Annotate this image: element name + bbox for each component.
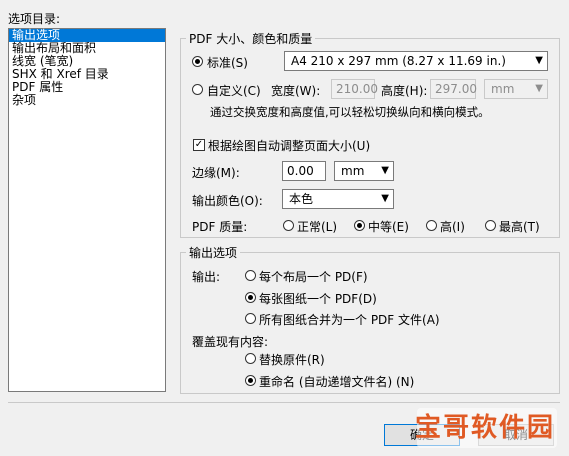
- output-color-value: 本色: [289, 192, 314, 206]
- standard-size-select[interactable]: A4 210 x 297 mm (8.27 x 11.69 in.) ▼: [284, 51, 548, 71]
- output-merge-label: 所有图纸合并为一个 PDF 文件(A): [259, 313, 440, 327]
- output-options-group-title: 输出选项: [186, 244, 241, 261]
- quality-normal-label: 正常(L): [297, 220, 338, 234]
- options-directory-label: 选项目录:: [8, 12, 61, 26]
- output-per-layout-label: 每个布局一个 PD(F): [259, 270, 368, 284]
- quality-high-radio[interactable]: [426, 220, 437, 231]
- checkmark-icon: ✓: [194, 139, 204, 150]
- height-field[interactable]: 297.00: [430, 79, 477, 99]
- options-list[interactable]: 输出选项 输出布局和面积 线宽 (笔宽) SHX 和 Xref 目录 PDF 属…: [8, 28, 166, 392]
- width-label: 宽度(W):: [271, 84, 321, 98]
- output-label: 输出:: [192, 270, 221, 284]
- auto-adjust-label: 根据绘图自动调整页面大小(U): [208, 139, 371, 153]
- chevron-down-icon: ▼: [381, 193, 389, 204]
- output-color-select[interactable]: 本色 ▼: [282, 189, 394, 209]
- overwrite-label: 覆盖现有内容:: [192, 335, 269, 349]
- orientation-hint: 通过交换宽度和高度值,可以轻松切换纵向和横向模式。: [210, 105, 490, 119]
- overwrite-rename-radio[interactable]: [245, 375, 256, 386]
- quality-normal-radio[interactable]: [283, 220, 294, 231]
- width-field[interactable]: 210.00: [331, 79, 378, 99]
- output-merge-radio[interactable]: [245, 313, 256, 324]
- output-per-layout-radio[interactable]: [245, 270, 256, 281]
- quality-medium-label: 中等(E): [368, 220, 409, 234]
- margin-label: 边缘(M):: [192, 166, 240, 180]
- chevron-down-icon: ▼: [535, 83, 543, 94]
- overwrite-rename-label: 重命名 (自动递增文件名) (N): [259, 375, 415, 389]
- quality-highest-label: 最高(T): [499, 220, 540, 234]
- custom-label: 自定义(C): [207, 84, 261, 98]
- watermark-logo: 宝哥软件园: [414, 413, 555, 443]
- list-item-misc[interactable]: 杂项: [9, 94, 165, 107]
- unit-select-disabled[interactable]: mm ▼: [484, 79, 548, 99]
- custom-radio[interactable]: [192, 84, 203, 95]
- output-color-label: 输出颜色(O):: [192, 194, 263, 208]
- bottom-separator: [8, 402, 560, 403]
- pdf-quality-label: PDF 质量:: [192, 220, 248, 234]
- quality-highest-radio[interactable]: [485, 220, 496, 231]
- quality-medium-radio[interactable]: [354, 220, 365, 231]
- output-per-sheet-radio[interactable]: [245, 292, 256, 303]
- height-label: 高度(H):: [381, 84, 428, 98]
- pdf-size-group-title: PDF 大小、颜色和质量: [186, 30, 316, 47]
- overwrite-replace-label: 替换原件(R): [259, 353, 325, 367]
- margin-field[interactable]: 0.00: [282, 161, 326, 181]
- margin-unit-value: mm: [341, 164, 365, 178]
- standard-radio[interactable]: [192, 56, 203, 67]
- overwrite-replace-radio[interactable]: [245, 353, 256, 364]
- output-per-sheet-label: 每张图纸一个 PDF(D): [259, 292, 377, 306]
- standard-size-value: A4 210 x 297 mm (8.27 x 11.69 in.): [291, 54, 506, 68]
- auto-adjust-checkbox[interactable]: ✓: [193, 139, 205, 151]
- standard-label: 标准(S): [207, 56, 248, 70]
- chevron-down-icon: ▼: [381, 165, 389, 176]
- quality-high-label: 高(I): [440, 220, 465, 234]
- chevron-down-icon: ▼: [535, 55, 543, 66]
- margin-unit-select[interactable]: mm ▼: [334, 161, 394, 181]
- unit-value-disabled: mm: [491, 82, 515, 96]
